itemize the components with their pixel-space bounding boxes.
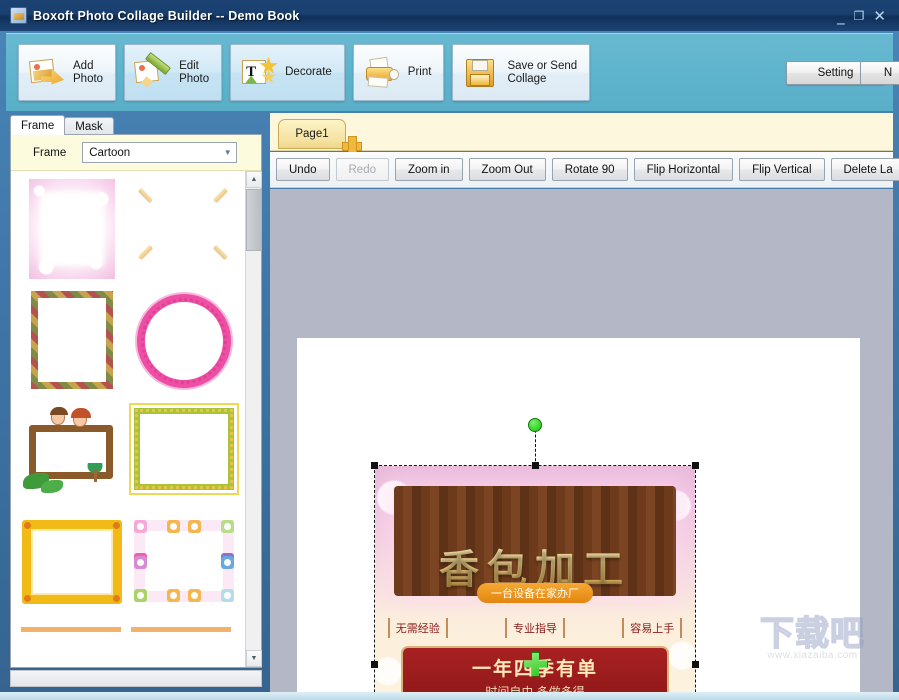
- frame-thumb-scallop-circle[interactable]: [133, 291, 235, 391]
- window-controls: _ ❐ ✕: [837, 9, 895, 23]
- chevron-down-icon[interactable]: ▼: [219, 143, 236, 162]
- collage-page[interactable]: 香包加工 一台设备在家办厂 无需经验 专业指导 容易上手 一年四季有单 时间自由…: [297, 338, 860, 694]
- next-button[interactable]: N: [860, 61, 899, 85]
- selected-photo-layer[interactable]: 香包加工 一台设备在家办厂 无需经验 专业指导 容易上手 一年四季有单 时间自由…: [375, 466, 695, 694]
- frame-thumb-patterned-border[interactable]: [21, 291, 123, 391]
- tab-mask[interactable]: Mask: [64, 117, 113, 135]
- frame-label: Frame: [33, 147, 66, 159]
- gold-frame-icon: [22, 520, 122, 604]
- decorate-label: Decorate: [285, 66, 332, 79]
- frame-thumb-pastel-flower[interactable]: [133, 515, 235, 615]
- print-icon: [363, 56, 401, 90]
- title-bar: Boxoft Photo Collage Builder -- Demo Boo…: [0, 0, 899, 31]
- resize-handle-middle-left[interactable]: [371, 661, 378, 668]
- zoom-in-button[interactable]: Zoom in: [395, 158, 463, 181]
- maximize-icon[interactable]: ❐: [854, 9, 865, 23]
- redo-button: Redo: [336, 158, 390, 181]
- minimize-icon[interactable]: _: [837, 9, 845, 23]
- panel-tabs: Frame Mask: [10, 116, 113, 135]
- frame-category-dropdown[interactable]: Cartoon ▼: [82, 142, 237, 163]
- window-bottom-edge: [0, 692, 899, 700]
- scroll-down-icon[interactable]: ▼: [246, 650, 262, 667]
- zoom-out-button[interactable]: Zoom Out: [469, 158, 546, 181]
- undo-button[interactable]: Undo: [276, 158, 330, 181]
- edit-toolbar: Undo Redo Zoom in Zoom Out Rotate 90 Fli…: [270, 152, 893, 188]
- patterned-border-frame-icon: [31, 291, 113, 389]
- flip-horizontal-button[interactable]: Flip Horizontal: [634, 158, 734, 181]
- left-panel-horizontal-scrollbar[interactable]: [10, 670, 262, 687]
- app-icon: [10, 7, 27, 24]
- editor-area: Page1 Undo Redo Zoom in Zoom Out Rotate …: [270, 113, 893, 694]
- left-panel: Frame Mask Frame Cartoon ▼: [6, 113, 268, 694]
- frame-thumb-partial-row[interactable]: [21, 627, 241, 641]
- print-label: Print: [408, 66, 432, 79]
- decorate-icon: T: [240, 56, 278, 90]
- photo-tag: 专业指导: [505, 618, 565, 638]
- edit-photo-button[interactable]: Edit Photo: [124, 44, 222, 101]
- save-collage-button[interactable]: Save or Send Collage: [452, 44, 590, 101]
- resize-handle-top-left[interactable]: [371, 462, 378, 469]
- panel-body: Frame Cartoon ▼: [10, 134, 262, 668]
- print-button[interactable]: Print: [353, 44, 445, 101]
- add-photo-button[interactable]: Add Photo: [18, 44, 116, 101]
- page-tab-page1[interactable]: Page1: [278, 119, 346, 149]
- decorate-button[interactable]: T Decorate: [230, 44, 345, 101]
- frame-thumb-pink-floral[interactable]: [21, 179, 123, 279]
- frame-category-value: Cartoon: [89, 147, 219, 159]
- application-window: Boxoft Photo Collage Builder -- Demo Boo…: [0, 0, 899, 700]
- edit-photo-icon: [134, 56, 172, 90]
- rotate-90-button[interactable]: Rotate 90: [552, 158, 628, 181]
- collage-canvas[interactable]: 香包加工 一台设备在家办厂 无需经验 专业指导 容易上手 一年四季有单 时间自由…: [270, 189, 893, 694]
- frame-thumb-green-stamp[interactable]: [133, 403, 235, 503]
- page-tab-bar: Page1: [270, 113, 893, 151]
- frame-list-scrollbar[interactable]: ▲ ▼: [245, 171, 261, 667]
- main-toolbar: Add Photo Edit Photo T Decorate Print: [6, 33, 893, 111]
- photo-tag: 容易上手: [622, 618, 682, 638]
- photo-tag: 无需经验: [388, 618, 448, 638]
- photo-tag-row: 无需经验 专业指导 容易上手: [388, 618, 682, 638]
- frame-thumb-photo-corners[interactable]: [133, 179, 235, 279]
- pink-floral-frame-icon: [29, 179, 115, 279]
- resize-handle-top-right[interactable]: [692, 462, 699, 469]
- frame-thumbnail-list[interactable]: [11, 171, 261, 667]
- save-collage-label: Save or Send Collage: [507, 60, 577, 86]
- rotate-handle[interactable]: [528, 418, 542, 432]
- photo-corners-frame-icon: [133, 179, 233, 271]
- add-photo-label: Add Photo: [73, 60, 103, 86]
- edit-photo-label: Edit Photo: [179, 60, 209, 86]
- photo-subtitle-text: 一台设备在家办厂: [477, 583, 593, 603]
- delete-layer-button[interactable]: Delete La: [831, 158, 899, 181]
- flip-vertical-button[interactable]: Flip Vertical: [739, 158, 824, 181]
- window-title: Boxoft Photo Collage Builder -- Demo Boo…: [33, 9, 300, 23]
- tab-frame[interactable]: Frame: [10, 115, 65, 135]
- resize-handle-middle-right[interactable]: [692, 661, 699, 668]
- green-stamp-frame-icon: [134, 408, 234, 490]
- scroll-up-icon[interactable]: ▲: [246, 171, 262, 188]
- frame-selector-row: Frame Cartoon ▼: [11, 135, 261, 171]
- save-collage-icon: [462, 56, 500, 90]
- scrollbar-thumb[interactable]: [246, 189, 262, 251]
- frame-thumb-kids-wooden[interactable]: [21, 403, 123, 503]
- pastel-flower-frame-icon: [134, 520, 234, 602]
- close-icon[interactable]: ✕: [873, 9, 886, 23]
- resize-handle-top-center[interactable]: [532, 462, 539, 469]
- add-photo-icon: [28, 56, 66, 90]
- frame-thumb-gold[interactable]: [21, 515, 123, 615]
- kids-wooden-frame-icon: [21, 403, 121, 495]
- pink-scallop-circle-frame-icon: [137, 294, 231, 388]
